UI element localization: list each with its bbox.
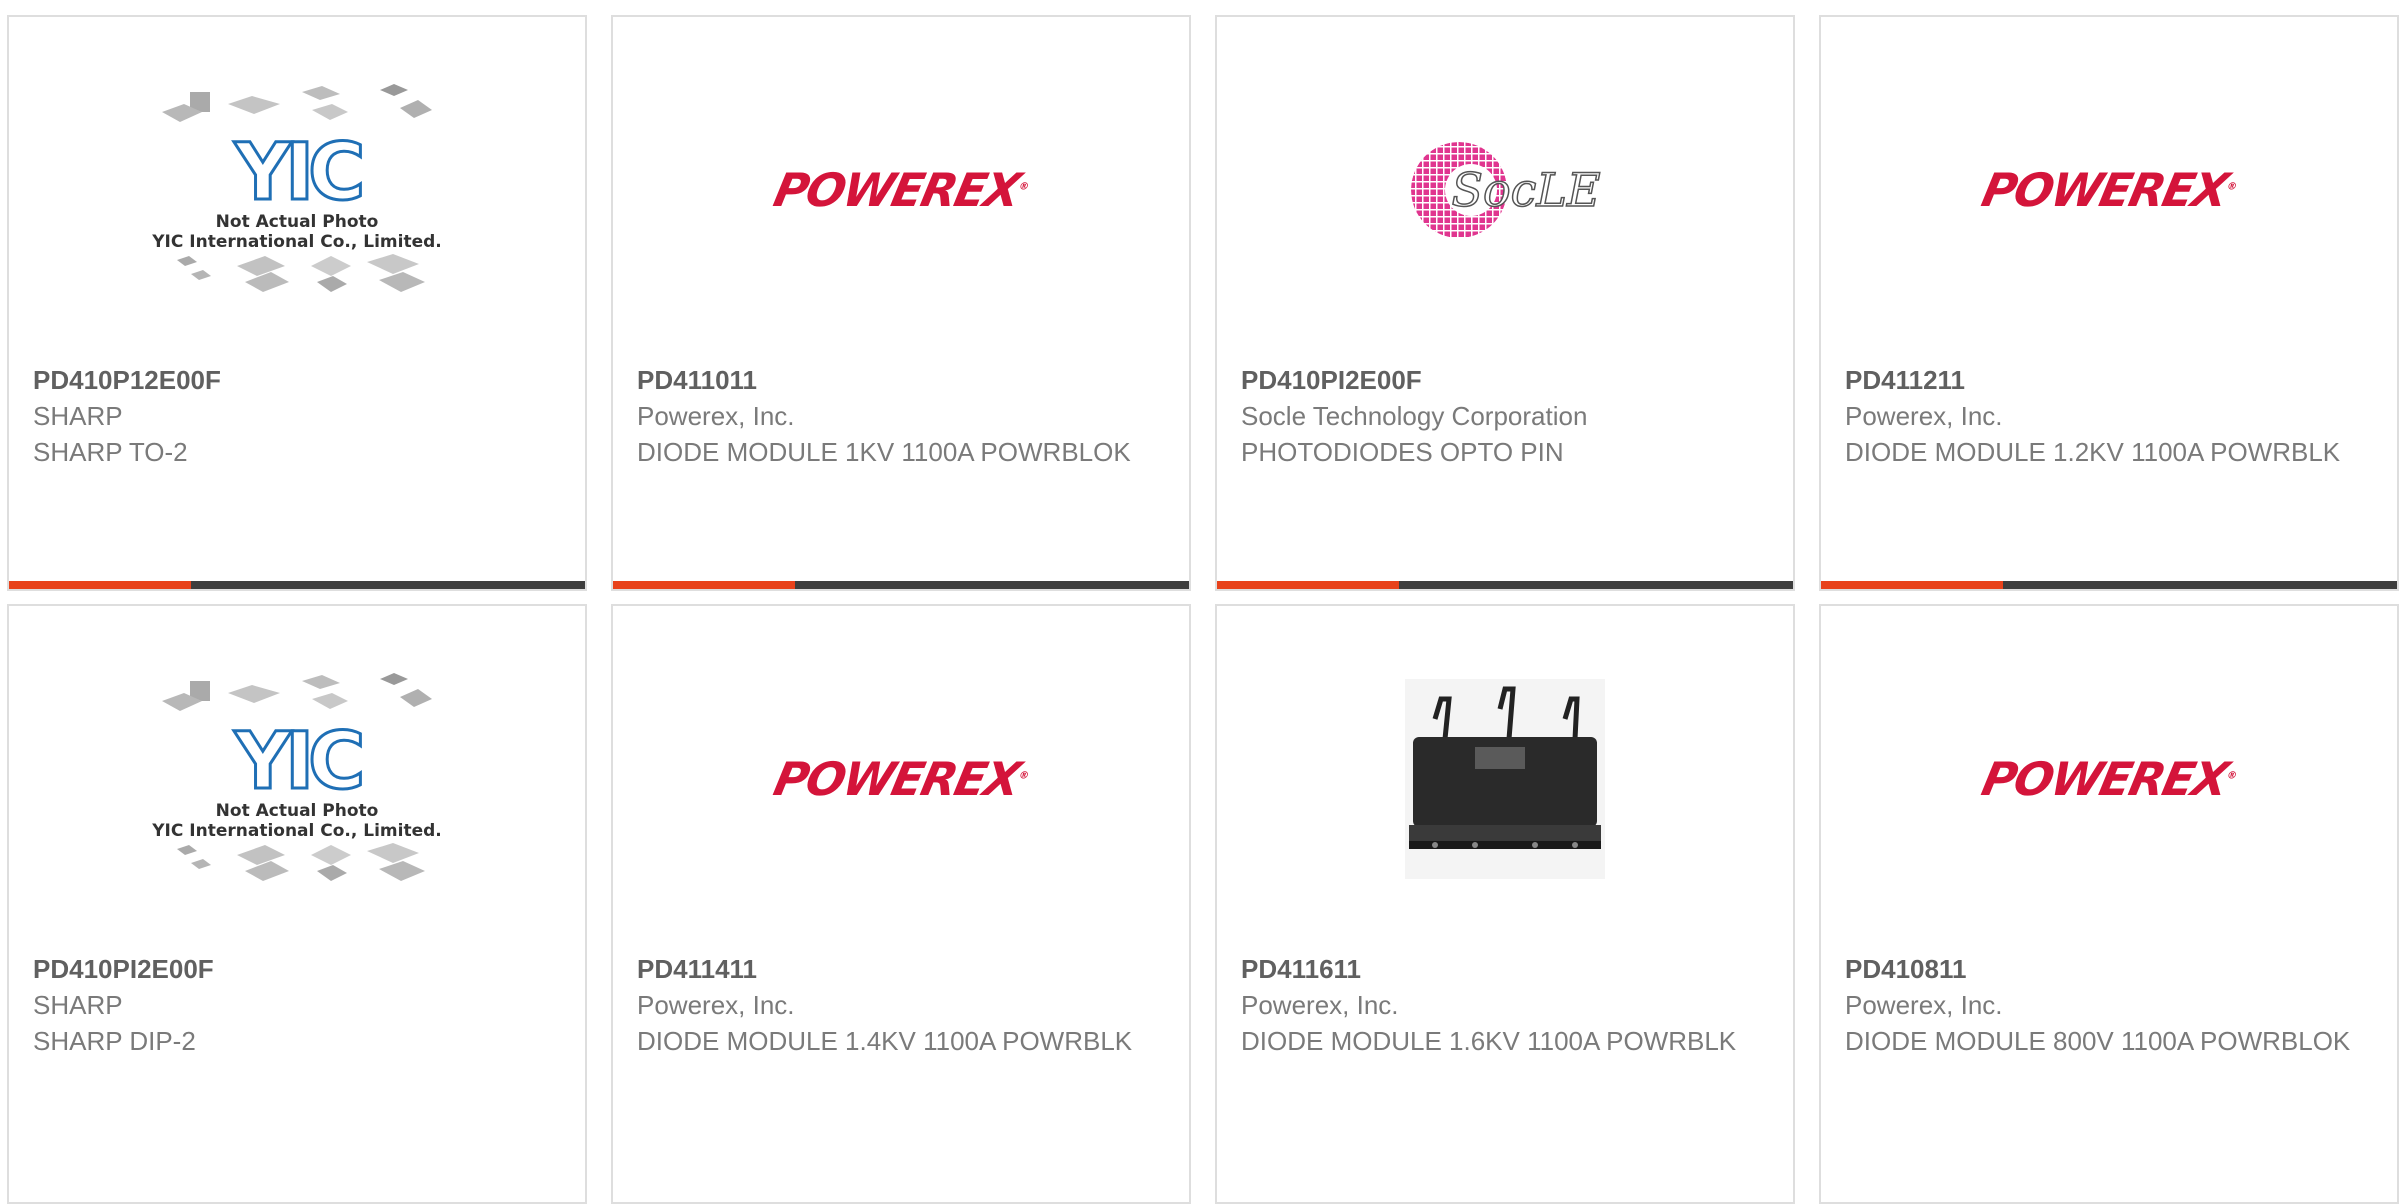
manufacturer: SHARP <box>33 401 123 431</box>
card-footer-bar <box>9 581 585 589</box>
card-footer-bar <box>613 581 1189 589</box>
manufacturer: Powerex, Inc. <box>637 401 795 431</box>
description: DIODE MODULE 1.4KV 1100A POWRBLK <box>637 1026 1133 1056</box>
manufacturer: SHARP <box>33 990 123 1020</box>
yic-logo: YIC <box>233 127 367 218</box>
product-image[interactable]: POWEREX® <box>1821 17 2397 362</box>
part-number[interactable]: PD410PI2E00F <box>33 951 565 987</box>
powerex-logo: POWEREX® <box>1977 162 2237 217</box>
yic-logo: YIC <box>233 716 367 807</box>
part-number[interactable]: PD411411 <box>637 951 1169 987</box>
part-number[interactable]: PD410811 <box>1845 951 2377 987</box>
product-image[interactable]: SocLE <box>1217 17 1793 362</box>
card-accent <box>9 581 191 589</box>
product-image[interactable]: POWEREX® <box>613 606 1189 951</box>
part-number[interactable]: PD410PI2E00F <box>1241 362 1773 398</box>
part-number[interactable]: PD411211 <box>1845 362 2377 398</box>
product-card[interactable]: POWEREX® PD411011 Powerex, Inc. DIODE MO… <box>611 15 1191 591</box>
manufacturer: Socle Technology Corporation <box>1241 401 1588 431</box>
manufacturer: Powerex, Inc. <box>1845 401 2003 431</box>
socle-logo: SocLE <box>1409 140 1601 240</box>
product-card[interactable]: SocLE PD410PI2E00F Socle Technology Corp… <box>1215 15 1795 591</box>
card-footer-bar <box>1821 581 2397 589</box>
chip-packages-icon <box>177 253 425 292</box>
part-number[interactable]: PD411611 <box>1241 951 1773 987</box>
manufacturer: Powerex, Inc. <box>637 990 795 1020</box>
description: SHARP DIP-2 <box>33 1026 196 1056</box>
yic-placeholder-image: YIC Not Actual Photo YIC International C… <box>152 82 442 298</box>
description: DIODE MODULE 1KV 1100A POWRBLOK <box>637 437 1131 467</box>
part-number[interactable]: PD411011 <box>637 362 1169 398</box>
product-card[interactable]: POWEREX® PD410811 Powerex, Inc. DIODE MO… <box>1819 604 2399 1204</box>
chip-packages-icon <box>162 672 432 711</box>
manufacturer: Powerex, Inc. <box>1845 990 2003 1020</box>
product-image[interactable]: POWEREX® <box>613 17 1189 362</box>
chip-packages-icon <box>162 83 432 122</box>
product-image[interactable] <box>1217 606 1793 951</box>
product-card[interactable]: YIC Not Actual Photo YIC International C… <box>7 604 587 1204</box>
product-image[interactable]: YIC Not Actual Photo YIC International C… <box>9 606 585 951</box>
product-image[interactable]: YIC Not Actual Photo YIC International C… <box>9 17 585 362</box>
description: SHARP TO-2 <box>33 437 188 467</box>
card-accent <box>1217 581 1399 589</box>
diode-module-photo <box>1405 678 1605 879</box>
product-grid: YIC Not Actual Photo YIC International C… <box>0 0 2400 1204</box>
powerex-logo: POWEREX® <box>1977 751 2237 806</box>
powerex-logo: POWEREX® <box>769 162 1029 217</box>
description: DIODE MODULE 800V 1100A POWRBLOK <box>1845 1026 2351 1056</box>
card-accent <box>613 581 795 589</box>
part-number[interactable]: PD410P12E00F <box>33 362 565 398</box>
product-card[interactable]: YIC Not Actual Photo YIC International C… <box>7 15 587 591</box>
description: DIODE MODULE 1.2KV 1100A POWRBLK <box>1845 437 2341 467</box>
product-card[interactable]: PD411611 Powerex, Inc. DIODE MODULE 1.6K… <box>1215 604 1795 1204</box>
card-accent <box>1821 581 2003 589</box>
powerex-logo: POWEREX® <box>769 751 1029 806</box>
description: PHOTODIODES OPTO PIN <box>1241 437 1564 467</box>
product-card[interactable]: POWEREX® PD411211 Powerex, Inc. DIODE MO… <box>1819 15 2399 591</box>
chip-packages-icon <box>177 842 425 881</box>
product-card[interactable]: POWEREX® PD411411 Powerex, Inc. DIODE MO… <box>611 604 1191 1204</box>
manufacturer: Powerex, Inc. <box>1241 990 1399 1020</box>
product-image[interactable]: POWEREX® <box>1821 606 2397 951</box>
card-footer-bar <box>1217 581 1793 589</box>
yic-placeholder-image: YIC Not Actual Photo YIC International C… <box>152 671 442 887</box>
description: DIODE MODULE 1.6KV 1100A POWRBLK <box>1241 1026 1737 1056</box>
